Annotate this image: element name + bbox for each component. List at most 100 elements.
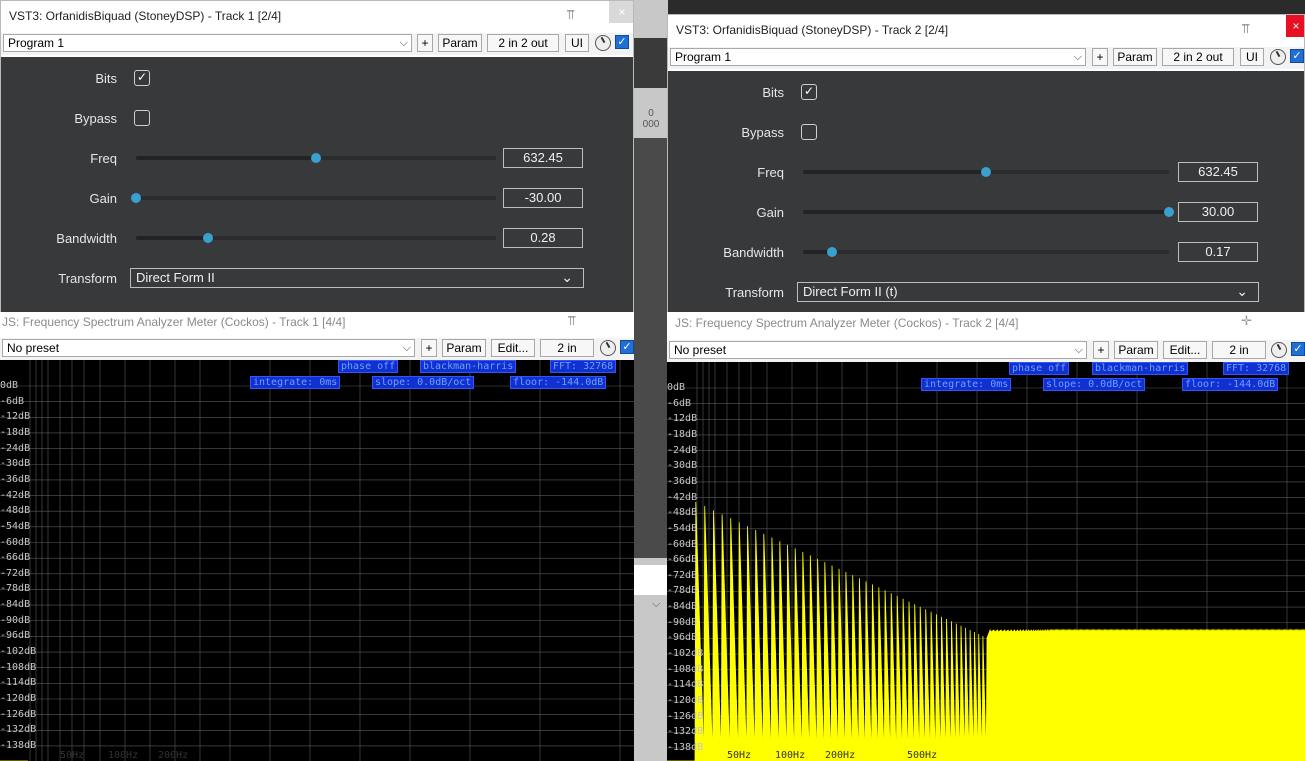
ui-button[interactable]: UI: [1240, 48, 1264, 66]
pin-icon[interactable]: ⫪: [567, 7, 574, 23]
preset-label: No preset: [674, 343, 727, 357]
db-tick-label: -60dB: [667, 538, 698, 550]
integrate-badge[interactable]: integrate: 0ms: [921, 378, 1012, 391]
preset-dropdown[interactable]: Program 1 ⌵: [3, 34, 412, 52]
freq-value[interactable]: 632.45: [1178, 162, 1258, 182]
param-button[interactable]: Param: [438, 34, 482, 52]
slope-badge[interactable]: slope: 0.0dB/oct: [372, 376, 475, 389]
freq-slider-thumb[interactable]: [981, 167, 991, 177]
db-tick-label: -138dB: [667, 741, 704, 753]
edit-button[interactable]: Edit...: [1163, 341, 1207, 359]
hz-tick-label: 100Hz: [108, 750, 139, 761]
gain-slider[interactable]: [131, 193, 496, 203]
db-tick-label: -108dB: [0, 661, 37, 673]
slope-badge[interactable]: slope: 0.0dB/oct: [1043, 378, 1146, 391]
db-tick-label: -78dB: [0, 583, 31, 595]
add-button[interactable]: +: [1093, 341, 1109, 359]
io-button[interactable]: 2 in 2 out: [1162, 48, 1234, 66]
gain-value[interactable]: 30.00: [1178, 202, 1258, 222]
bandwidth-value[interactable]: 0.17: [1178, 242, 1258, 262]
db-tick-label: -54dB: [0, 520, 31, 532]
io-button[interactable]: 2 in: [1212, 341, 1266, 359]
titlebar[interactable]: VST3: OrfanidisBiquad (StoneyDSP) - Trac…: [1, 1, 633, 31]
titlebar[interactable]: VST3: OrfanidisBiquad (StoneyDSP) - Trac…: [668, 15, 1304, 45]
bandwidth-slider-thumb[interactable]: [203, 233, 213, 243]
db-tick-label: -66dB: [667, 554, 698, 566]
titlebar[interactable]: JS: Frequency Spectrum Analyzer Meter (C…: [0, 312, 634, 334]
transform-dropdown[interactable]: Direct Form II (t) ⌄: [797, 282, 1259, 302]
bandwidth-value[interactable]: 0.28: [503, 228, 583, 248]
bits-checkbox[interactable]: ✓: [801, 84, 817, 100]
enable-checkbox[interactable]: ✓: [620, 340, 634, 354]
daw-chevron-down-icon[interactable]: ⌵: [652, 598, 660, 611]
transform-dropdown[interactable]: Direct Form II ⌄: [130, 268, 584, 288]
pin-icon[interactable]: ✛: [1241, 313, 1252, 329]
window-badge[interactable]: blackman-harris: [420, 360, 517, 373]
bypass-checkbox[interactable]: [134, 110, 150, 126]
db-tick-label: -126dB: [0, 708, 37, 720]
preset-dropdown[interactable]: No preset ⌵: [2, 339, 415, 357]
add-button[interactable]: +: [1092, 48, 1108, 66]
enable-checkbox[interactable]: ✓: [1291, 342, 1305, 356]
spectrum-plot: [667, 362, 1305, 761]
spectrum-display[interactable]: phase off blackman-harris FFT: 32768 int…: [0, 360, 634, 761]
phase-badge[interactable]: phase off: [1009, 362, 1070, 375]
freq-slider[interactable]: [136, 153, 496, 163]
db-tick-label: -78dB: [667, 585, 698, 597]
io-button[interactable]: 2 in: [540, 339, 594, 357]
window-badge[interactable]: blackman-harris: [1092, 362, 1189, 375]
wet-knob-icon[interactable]: [600, 340, 616, 356]
preset-dropdown[interactable]: No preset ⌵: [669, 341, 1087, 359]
gain-slider[interactable]: [803, 207, 1174, 217]
gain-slider-thumb[interactable]: [1164, 207, 1174, 217]
db-tick-label: -36dB: [667, 475, 698, 487]
gain-value[interactable]: -30.00: [503, 188, 583, 208]
pin-icon[interactable]: ⫪: [1242, 21, 1249, 37]
param-button[interactable]: Param: [1113, 48, 1157, 66]
fft-badge[interactable]: FFT: 32768: [1223, 362, 1290, 375]
fft-badge[interactable]: FFT: 32768: [550, 360, 617, 373]
enable-checkbox[interactable]: ✓: [615, 35, 629, 49]
window-title: VST3: OrfanidisBiquad (StoneyDSP) - Trac…: [676, 23, 949, 37]
floor-badge[interactable]: floor: -144.0dB: [1182, 378, 1279, 391]
gain-slider-thumb[interactable]: [131, 193, 141, 203]
integrate-badge[interactable]: integrate: 0ms: [250, 376, 341, 389]
bypass-checkbox[interactable]: [801, 124, 817, 140]
freq-slider-thumb[interactable]: [311, 153, 321, 163]
param-button[interactable]: Param: [1114, 341, 1158, 359]
db-tick-label: -54dB: [667, 522, 698, 534]
daw-track-area-2: [634, 138, 668, 558]
chevron-down-icon: ⌄: [1236, 283, 1248, 299]
pin-icon[interactable]: ⫪: [568, 313, 575, 329]
phase-badge[interactable]: phase off: [338, 360, 399, 373]
close-icon[interactable]: ×: [1286, 15, 1304, 37]
bandwidth-slider-thumb[interactable]: [827, 247, 838, 257]
param-button[interactable]: Param: [442, 339, 486, 357]
add-button[interactable]: +: [421, 339, 437, 357]
wet-knob-icon[interactable]: [1270, 49, 1286, 65]
add-button[interactable]: +: [417, 34, 433, 52]
db-tick-label: -42dB: [0, 489, 31, 501]
preset-label: Program 1: [8, 36, 65, 50]
preset-dropdown[interactable]: Program 1 ⌵: [670, 48, 1086, 66]
plugin-toolbar: Program 1 ⌵ + Param 2 in 2 out UI ✓: [1, 33, 633, 55]
bandwidth-slider[interactable]: [136, 233, 496, 243]
spectrum-display[interactable]: phase off blackman-harris FFT: 32768 int…: [667, 362, 1305, 761]
io-button[interactable]: 2 in 2 out: [487, 34, 559, 52]
titlebar[interactable]: JS: Frequency Spectrum Analyzer Meter (C…: [667, 312, 1305, 334]
spectrum-curve: [667, 501, 1305, 761]
close-icon[interactable]: ×: [609, 1, 633, 23]
freq-value[interactable]: 632.45: [503, 148, 583, 168]
gain-label: Gain: [756, 205, 784, 220]
bypass-label: Bypass: [741, 125, 784, 140]
ui-button[interactable]: UI: [565, 34, 589, 52]
floor-badge[interactable]: floor: -144.0dB: [510, 376, 607, 389]
wet-knob-icon[interactable]: [595, 35, 611, 51]
freq-slider[interactable]: [803, 167, 1169, 177]
wet-knob-icon[interactable]: [1271, 342, 1287, 358]
enable-checkbox[interactable]: ✓: [1290, 49, 1304, 63]
bits-checkbox[interactable]: ✓: [134, 70, 150, 86]
edit-button[interactable]: Edit...: [491, 339, 535, 357]
db-tick-label: -126dB: [667, 710, 704, 722]
bandwidth-slider[interactable]: [803, 247, 1169, 257]
